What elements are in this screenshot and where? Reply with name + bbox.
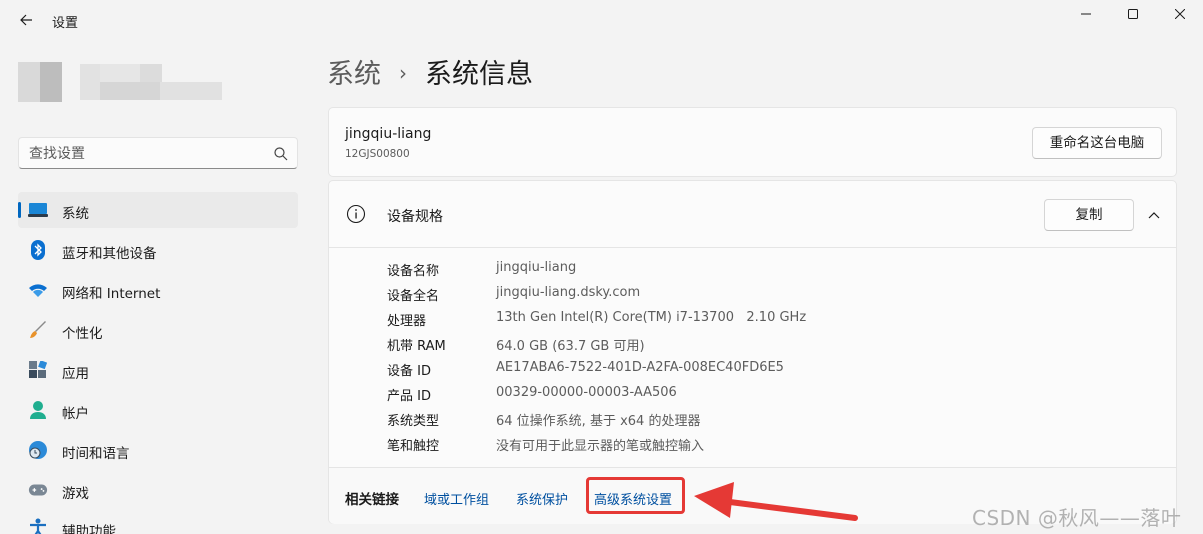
- spec-key: 设备 ID: [387, 364, 431, 379]
- spec-key: 笔和触控: [387, 439, 440, 454]
- maximize-icon: [1128, 9, 1138, 19]
- search-input[interactable]: [29, 144, 269, 164]
- minimize-button[interactable]: [1063, 0, 1109, 28]
- spec-value: 64 位操作系统, 基于 x64 的处理器: [496, 414, 701, 429]
- chevron-up-icon[interactable]: [1141, 199, 1167, 231]
- breadcrumb-separator: ›: [399, 61, 407, 85]
- wifi-icon: [28, 280, 48, 300]
- page-title: 系统信息: [425, 59, 533, 90]
- laptop-icon: [28, 200, 48, 220]
- pc-name: jingqiu-liang: [345, 126, 432, 142]
- sidebar-item-label: 应用: [62, 366, 89, 382]
- sidebar-item-accounts[interactable]: 帐户: [18, 392, 298, 428]
- settings-window: 设置 系统 蓝: [0, 0, 1203, 534]
- search-box[interactable]: [18, 137, 298, 169]
- spec-key: 系统类型: [387, 414, 440, 429]
- globe-clock-icon: [28, 440, 48, 460]
- sidebar-item-personalization[interactable]: 个性化: [18, 312, 298, 348]
- app-title: 设置: [52, 16, 79, 31]
- user-profile-blurred: [18, 58, 228, 106]
- title-bar: 设置: [0, 0, 1203, 40]
- sidebar-item-network[interactable]: 网络和 Internet: [18, 272, 298, 308]
- link-advanced-system-settings[interactable]: 高级系统设置: [594, 489, 672, 508]
- close-icon: [1175, 9, 1185, 19]
- sidebar-item-label: 游戏: [62, 486, 89, 502]
- sidebar-item-label: 系统: [62, 206, 89, 222]
- brush-icon: [28, 320, 48, 340]
- gamepad-icon: [28, 480, 48, 500]
- sidebar-item-label: 辅助功能: [62, 524, 116, 534]
- minimize-icon: [1081, 13, 1091, 15]
- spec-key: 机带 RAM: [387, 339, 446, 354]
- link-system-protection[interactable]: 系统保护: [516, 489, 568, 508]
- close-button[interactable]: [1157, 0, 1203, 28]
- sidebar-item-label: 帐户: [62, 406, 89, 422]
- device-specs-card: 设备规格 复制 设备名称 jingqiu-liang 设备全名 jingqiu-…: [328, 180, 1177, 524]
- sidebar-item-label: 时间和语言: [62, 446, 130, 462]
- spec-key: 设备名称: [387, 264, 440, 279]
- breadcrumb: 系统 › 系统信息: [327, 52, 533, 92]
- copy-button[interactable]: 复制: [1044, 199, 1134, 231]
- spec-value: jingqiu-liang: [496, 260, 577, 275]
- sidebar-item-gaming[interactable]: 游戏: [18, 472, 298, 508]
- spec-value: 没有可用于此显示器的笔或触控输入: [496, 439, 705, 454]
- breadcrumb-parent[interactable]: 系统: [327, 59, 381, 90]
- back-button[interactable]: [14, 8, 38, 32]
- sidebar-item-apps[interactable]: 应用: [18, 352, 298, 388]
- sidebar-item-system[interactable]: 系统: [18, 192, 298, 228]
- accessibility-icon: [28, 518, 48, 534]
- related-links-label: 相关链接: [345, 492, 399, 508]
- pc-model: 12GJS00800: [345, 148, 410, 160]
- device-specs-header[interactable]: 设备规格 复制: [329, 181, 1176, 248]
- spec-value: 13th Gen Intel(R) Core(TM) i7-13700 2.10…: [496, 310, 807, 325]
- spec-key: 处理器: [387, 314, 427, 329]
- sidebar-item-bluetooth[interactable]: 蓝牙和其他设备: [18, 232, 298, 268]
- annotation-arrow: [694, 482, 858, 521]
- spec-value: 00329-00000-00003-AA506: [496, 385, 677, 400]
- sidebar-item-time-language[interactable]: 时间和语言: [18, 432, 298, 468]
- rename-pc-button[interactable]: 重命名这台电脑: [1032, 127, 1162, 159]
- back-arrow-icon: [20, 14, 32, 26]
- sidebar-item-accessibility[interactable]: 辅助功能: [18, 510, 298, 534]
- pc-name-card: jingqiu-liang 12GJS00800 重命名这台电脑: [328, 107, 1177, 177]
- spec-key: 设备全名: [387, 289, 440, 304]
- link-domain-workgroup[interactable]: 域或工作组: [424, 489, 489, 508]
- sidebar-item-label: 蓝牙和其他设备: [62, 246, 157, 262]
- person-icon: [28, 400, 48, 420]
- spec-value: 64.0 GB (63.7 GB 可用): [496, 339, 645, 354]
- spec-value: jingqiu-liang.dsky.com: [496, 285, 641, 300]
- spec-value: AE17ABA6-7522-401D-A2FA-008EC40FD6E5: [496, 360, 784, 375]
- bluetooth-icon: [28, 240, 48, 260]
- search-icon[interactable]: [273, 146, 289, 162]
- device-specs-title: 设备规格: [387, 209, 443, 225]
- maximize-button[interactable]: [1110, 0, 1156, 28]
- info-icon: [346, 204, 366, 224]
- sidebar-item-label: 网络和 Internet: [62, 286, 161, 302]
- apps-icon: [28, 360, 48, 380]
- sidebar-item-label: 个性化: [62, 326, 103, 342]
- active-indicator: [18, 202, 21, 218]
- spec-key: 产品 ID: [387, 389, 431, 404]
- watermark: CSDN @秋风——落叶: [972, 506, 1182, 530]
